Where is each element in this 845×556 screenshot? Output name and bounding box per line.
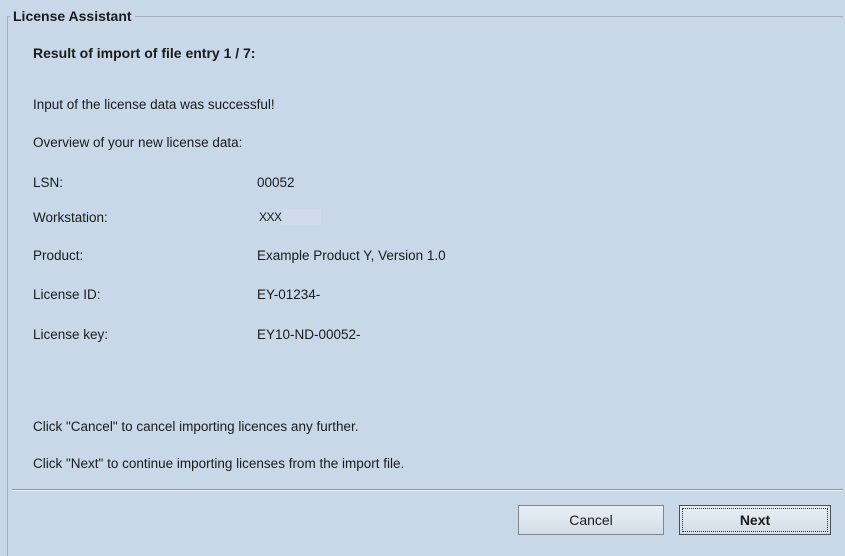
license-key-label: License key: xyxy=(33,327,109,342)
redaction-box xyxy=(281,209,321,225)
next-button[interactable]: Next xyxy=(679,505,831,535)
button-bar-separator xyxy=(12,489,843,491)
product-label: Product: xyxy=(33,248,84,263)
workstation-label: Workstation: xyxy=(33,210,108,225)
dialog-title: License Assistant xyxy=(10,8,135,24)
next-instruction: Click "Next" to continue importing licen… xyxy=(33,456,405,471)
lsn-value: 00052 xyxy=(257,175,295,190)
success-message: Input of the license data was successful… xyxy=(33,97,275,112)
cancel-button[interactable]: Cancel xyxy=(518,505,664,535)
lsn-label: LSN: xyxy=(33,175,64,190)
overview-message: Overview of your new license data: xyxy=(33,135,243,150)
license-id-value: EY-01234- xyxy=(257,287,321,302)
license-id-label: License ID: xyxy=(33,287,101,302)
workstation-value: XXX xyxy=(259,210,282,224)
import-result-heading: Result of import of file entry 1 / 7: xyxy=(33,45,256,61)
cancel-instruction: Click "Cancel" to cancel importing licen… xyxy=(33,419,359,434)
product-value: Example Product Y, Version 1.0 xyxy=(257,248,446,263)
license-key-value: EY10-ND-00052- xyxy=(257,327,361,342)
